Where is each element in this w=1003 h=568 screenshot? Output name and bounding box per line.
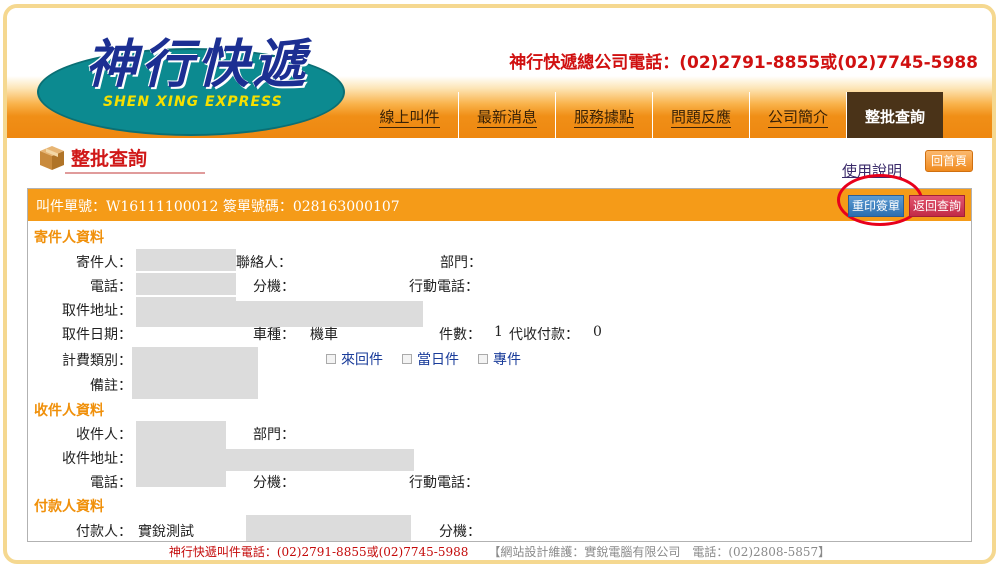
- dedicated-label: 專件: [493, 352, 521, 368]
- site-header: 神行快遞 SHEN XING EXPRESS 神行快遞總公司電話：(02)279…: [7, 8, 992, 138]
- sender-ext-label: 分機：: [253, 279, 295, 295]
- sender-phone-label: 電話：: [90, 279, 132, 295]
- nav-item-batch-query[interactable]: 整批查詢: [846, 92, 943, 138]
- checkbox-icon: [402, 354, 412, 364]
- cod-value: 0: [593, 324, 602, 340]
- same-day-label: 當日件: [417, 352, 459, 368]
- footer-order-phone: 神行快遞叫件電話：(02)2791-8855或(02)7745-5988: [168, 545, 469, 559]
- back-to-query-button[interactable]: 返回查詢: [909, 195, 965, 217]
- note-redacted: [132, 373, 258, 399]
- receiver-ext-label: 分機：: [253, 475, 295, 491]
- site-footer: 神行快遞叫件電話：(02)2791-8855或(02)7745-5988 【網站設…: [7, 543, 992, 560]
- reprint-receipt-button[interactable]: 重印簽單: [848, 195, 904, 217]
- nav-item-label: 線上叫件: [379, 108, 440, 128]
- nav-item-label: 服務據點: [573, 108, 634, 128]
- sender-dept-label: 部門：: [440, 255, 482, 271]
- sender-value-redacted: [136, 249, 236, 271]
- main-nav: 線上叫件 最新消息 服務據點 問題反應 公司簡介 整批查詢: [361, 92, 943, 138]
- receiver-label: 收件人：: [76, 427, 132, 443]
- receiver-dept-label: 部門：: [253, 427, 295, 443]
- nav-item-feedback[interactable]: 問題反應: [652, 92, 749, 138]
- fee-type-redacted: [132, 347, 258, 373]
- order-detail-panel: 叫件單號：W16111100012 簽單號碼：028163000107 重印簽單…: [27, 174, 972, 542]
- nav-item-label: 最新消息: [476, 108, 537, 128]
- payer-label: 付款人：: [76, 524, 132, 540]
- round-trip-option[interactable]: 來回件: [326, 349, 383, 369]
- nav-item-news[interactable]: 最新消息: [458, 92, 555, 138]
- hq-phone: 神行快遞總公司電話：(02)2791-8855或(02)7745-5988: [509, 53, 978, 73]
- nav-item-locations[interactable]: 服務據點: [555, 92, 652, 138]
- pieces-value: 1: [494, 324, 503, 340]
- pieces-label: 件數：: [439, 327, 481, 343]
- brand-logo-cn[interactable]: 神行快遞: [85, 22, 309, 97]
- round-trip-label: 來回件: [341, 352, 383, 368]
- pickup-date-label: 取件日期：: [62, 327, 132, 343]
- receiver-phone-label: 電話：: [90, 475, 132, 491]
- contact-label: 聯絡人：: [236, 255, 292, 271]
- dedicated-option[interactable]: 專件: [478, 349, 521, 369]
- home-button[interactable]: 回首頁: [925, 150, 973, 172]
- payer-redacted: [246, 515, 411, 541]
- payer-ext-label: 分機：: [439, 524, 481, 540]
- nav-item-about[interactable]: 公司簡介: [749, 92, 846, 138]
- footer-maintainer: 【網站設計維護：實銳電腦有限公司 電話：(02)2808-5857】: [488, 545, 831, 559]
- checkbox-icon: [326, 354, 336, 364]
- nav-item-online-order[interactable]: 線上叫件: [361, 92, 458, 138]
- sender-phone-redacted: [136, 273, 236, 295]
- order-numbers: 叫件單號：W16111100012 簽單號碼：028163000107: [36, 199, 400, 215]
- receiver-address-redacted: [226, 449, 414, 471]
- page-frame: 神行快遞 SHEN XING EXPRESS 神行快遞總公司電話：(02)279…: [3, 4, 996, 564]
- nav-item-label: 問題反應: [670, 108, 731, 128]
- receiver-section-title: 收件人資料: [34, 403, 104, 419]
- pickup-address-label: 取件地址：: [62, 303, 132, 319]
- vehicle-label: 車種：: [253, 327, 295, 343]
- payer-value: 實銳測試: [138, 524, 194, 540]
- fee-type-label: 計費類別：: [62, 353, 132, 369]
- order-header-bar: 叫件單號：W16111100012 簽單號碼：028163000107 重印簽單…: [28, 174, 971, 226]
- sender-section-title: 寄件人資料: [34, 230, 104, 246]
- title-underline: [65, 172, 205, 174]
- receiver-address-label: 收件地址：: [62, 451, 132, 467]
- nav-item-label: 整批查詢: [864, 108, 925, 126]
- payer-section-title: 付款人資料: [34, 499, 104, 515]
- brand-logo-en: SHEN XING EXPRESS: [103, 94, 283, 110]
- pickup-address-redacted-a: [136, 297, 236, 327]
- sender-label: 寄件人：: [76, 255, 132, 271]
- note-label: 備註：: [90, 378, 132, 394]
- sender-mobile-label: 行動電話：: [409, 279, 479, 295]
- page-title: 整批查詢: [71, 148, 148, 170]
- checkbox-icon: [478, 354, 488, 364]
- cod-label: 代收付款：: [509, 327, 579, 343]
- nav-item-label: 公司簡介: [767, 108, 828, 128]
- receiver-mobile-label: 行動電話：: [409, 475, 479, 491]
- vehicle-value: 機車: [310, 327, 338, 343]
- same-day-option[interactable]: 當日件: [402, 349, 459, 369]
- receiver-redacted: [136, 421, 226, 487]
- package-box-icon: [40, 146, 64, 170]
